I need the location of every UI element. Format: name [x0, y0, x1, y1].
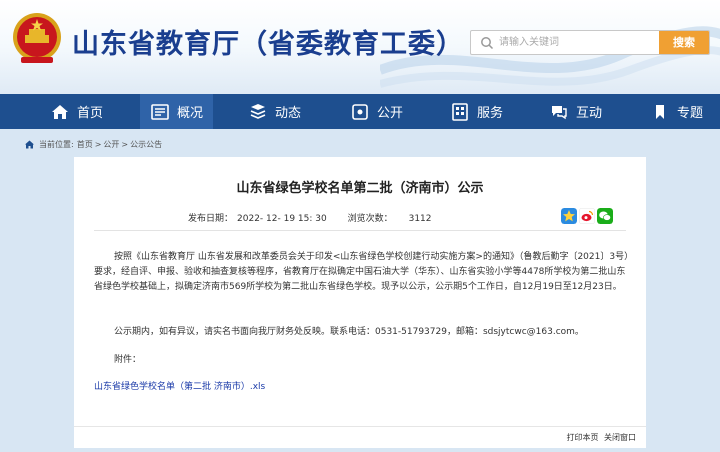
breadcrumb-home[interactable]: 首页 [77, 139, 93, 150]
nav-item-news[interactable]: 动态 [248, 94, 301, 129]
breadcrumb-separator: > [94, 139, 102, 149]
site-header: 山东省教育厅（省委教育工委） 搜索 [0, 0, 720, 94]
nav-label: 互动 [576, 106, 603, 121]
nav-item-interaction[interactable]: 互动 [549, 94, 602, 129]
breadcrumb-home-icon [25, 140, 34, 148]
nav-label: 动态 [275, 106, 302, 121]
nav-label: 概况 [177, 106, 204, 121]
views-count: 3112 [408, 214, 432, 224]
attachment-label: 附件： [114, 355, 142, 365]
paragraph-1-text: 按照《山东省教育厅 山东省发展和改革委员会关于印发<山东省绿色学校创建行动实施方… [94, 252, 634, 292]
breadcrumb-separator: > [121, 139, 129, 149]
share-qzone-icon[interactable] [561, 208, 577, 224]
breadcrumb-disclosure[interactable]: 公开 [103, 139, 119, 150]
nav-item-topic[interactable]: 专题 [650, 94, 703, 129]
national-emblem-icon [13, 13, 61, 63]
service-icon [452, 102, 468, 121]
publish-date-label: 发布日期： [188, 214, 234, 224]
nav-item-home[interactable]: 首页 [50, 94, 103, 129]
article-paragraph-1: 按照《山东省教育厅 山东省发展和改革委员会关于印发<山东省绿色学校创建行动实施方… [94, 250, 634, 295]
nav-label: 公开 [377, 106, 404, 121]
nav-label: 首页 [77, 106, 104, 121]
footer-links: 打印本页 关闭窗口 [563, 432, 636, 443]
main-nav: 首页 概况 动态 公开 服务 互动 专题 [0, 94, 720, 129]
nav-label: 服务 [477, 106, 504, 121]
nav-item-overview[interactable]: 概况 [140, 94, 214, 129]
close-window-link[interactable]: 关闭窗口 [604, 433, 636, 442]
breadcrumb-announcements[interactable]: 公示公告 [130, 139, 162, 150]
article-footer: 打印本页 关闭窗口 [74, 426, 646, 448]
share-wechat-icon[interactable] [597, 208, 613, 224]
article-container: 山东省绿色学校名单第二批（济南市）公示 发布日期： 2022- 12- 19 15… [74, 157, 646, 427]
divider [94, 230, 626, 231]
interaction-icon [552, 105, 567, 119]
article-title: 山东省绿色学校名单第二批（济南市）公示 [236, 181, 484, 196]
search-box: 搜索 [470, 30, 710, 55]
search-input[interactable] [499, 31, 659, 54]
news-icon [250, 103, 266, 119]
search-icon [481, 37, 494, 50]
breadcrumb: 当前位置: 首页 > 公开 > 公示公告 [24, 137, 162, 151]
article-paragraph-2: 公示期内，如有异议，请实名书面向我厅财务处反映。联系电话：0531-517937… [114, 327, 584, 337]
publish-date: 2022- 12- 19 15: 30 [237, 214, 327, 224]
article-meta: 发布日期： 2022- 12- 19 15: 30 浏览次数： 3112 [188, 211, 436, 224]
site-title[interactable]: 山东省教育厅（省委教育工委） [72, 22, 464, 61]
overview-icon [151, 103, 169, 120]
home-icon [52, 104, 68, 119]
nav-label: 专题 [677, 106, 704, 121]
views-label: 浏览次数： [347, 214, 393, 224]
topic-icon [656, 104, 664, 119]
attachment-link[interactable]: 山东省绿色学校名单（第二批 济南市）.xls [94, 379, 265, 392]
nav-item-disclosure[interactable]: 公开 [350, 94, 403, 129]
nav-item-service[interactable]: 服务 [450, 94, 503, 129]
print-page-link[interactable]: 打印本页 [566, 433, 598, 442]
disclosure-icon [352, 103, 368, 120]
share-buttons [561, 208, 613, 224]
share-weibo-icon[interactable] [579, 208, 595, 224]
search-button[interactable]: 搜索 [659, 31, 709, 54]
breadcrumb-prefix: 当前位置: [39, 139, 74, 149]
